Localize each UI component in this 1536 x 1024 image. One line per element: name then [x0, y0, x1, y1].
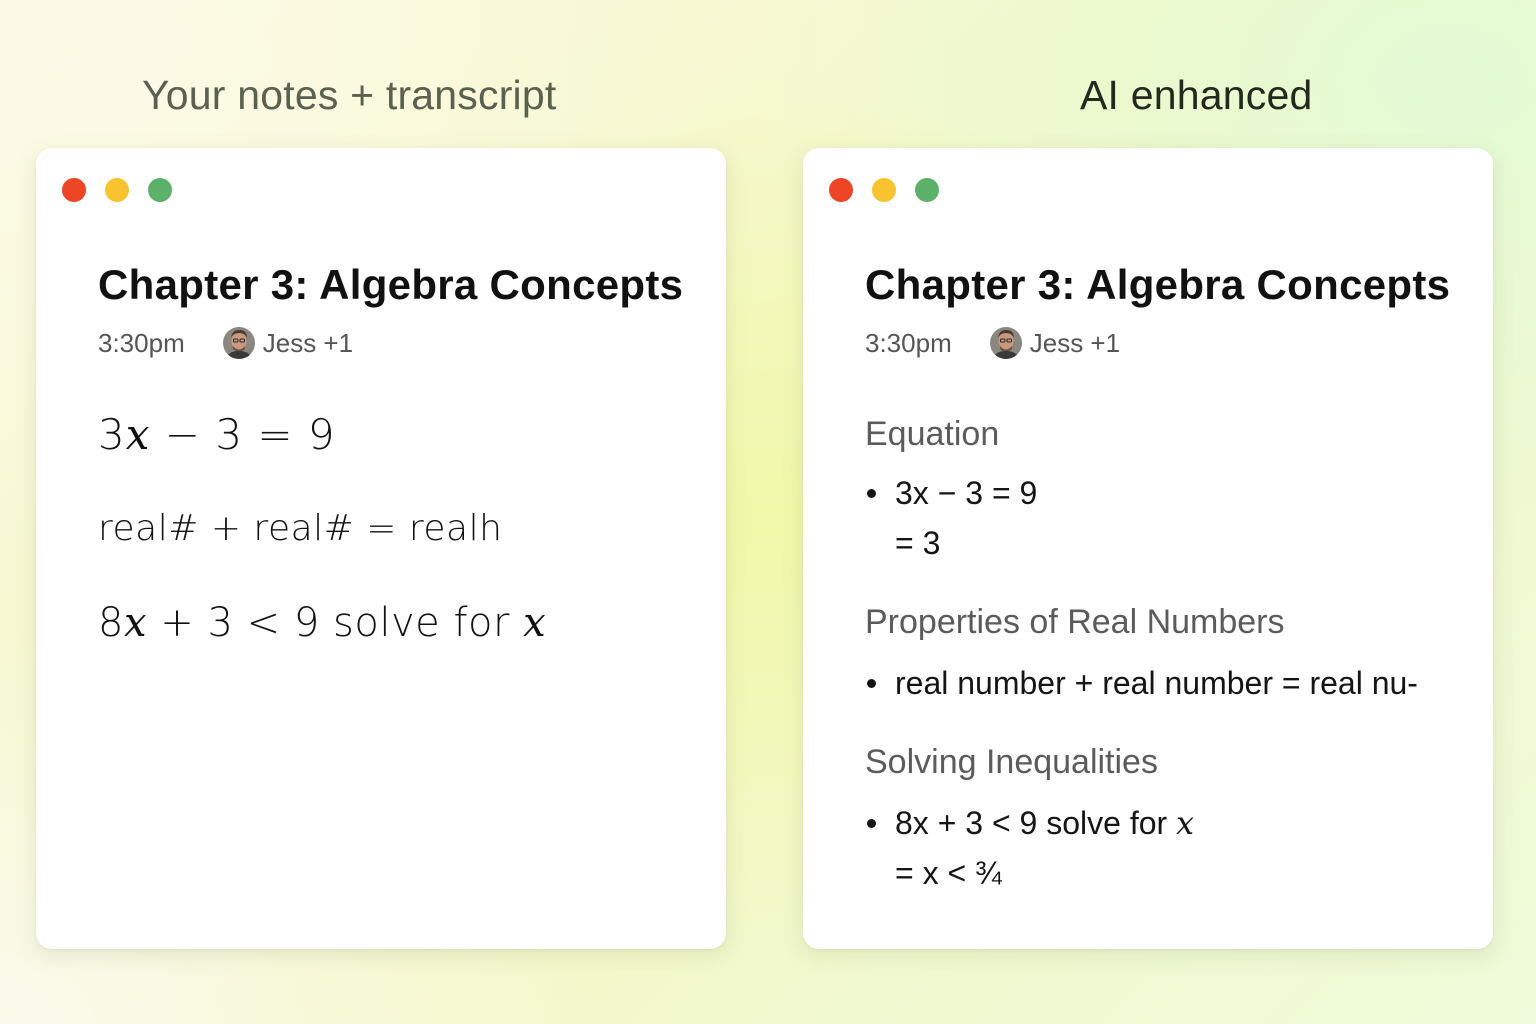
- close-button[interactable]: [62, 178, 86, 202]
- section-equation: Equation 3x − 3 = 9 = 3: [865, 412, 1465, 568]
- minimize-button[interactable]: [872, 178, 896, 202]
- section-heading: Equation: [865, 415, 1000, 453]
- bullet-continuation: = x < ¾: [895, 855, 1002, 891]
- bullet-item: 8x + 3 < 9 solve for x: [865, 798, 1465, 848]
- notes-transcript-heading: Your notes + transcript: [142, 72, 557, 118]
- participants-label: Jess +1: [262, 327, 354, 358]
- maximize-button[interactable]: [148, 178, 172, 202]
- note-title: Chapter 3: Algebra Concepts: [865, 261, 1451, 308]
- window-controls: [62, 178, 172, 202]
- bullet-item: 3x − 3 = 9: [865, 468, 1465, 518]
- minimize-button[interactable]: [105, 178, 129, 202]
- maximize-button[interactable]: [915, 178, 939, 202]
- section-properties-real-numbers: Properties of Real Numbers real number +…: [865, 600, 1465, 708]
- meeting-time: 3:30pm: [865, 327, 952, 358]
- bullet-item: real number + real number = real nu-: [865, 658, 1465, 708]
- notes-window: Chapter 3: Algebra Concepts 3:30pm Jess …: [36, 148, 726, 949]
- bullet-continuation: = 3: [895, 525, 941, 561]
- note-meta: 3:30pm Jess +1: [865, 326, 1120, 360]
- handwritten-note-inequality: 8x + 3 < 9 solve for x: [98, 600, 547, 646]
- participant-avatar[interactable]: [222, 327, 255, 359]
- participants-label: Jess +1: [1029, 327, 1121, 358]
- note-meta: 3:30pm Jess +1: [98, 326, 353, 360]
- handwritten-note-real-numbers: real# + real# = realh: [98, 508, 503, 549]
- note-title: Chapter 3: Algebra Concepts: [98, 261, 684, 308]
- enhanced-notes-window: Chapter 3: Algebra Concepts 3:30pm Jess …: [803, 148, 1493, 949]
- section-heading: Properties of Real Numbers: [865, 603, 1285, 641]
- section-heading: Solving Inequalities: [865, 743, 1158, 781]
- window-controls: [829, 178, 939, 202]
- handwritten-note-equation: 3x − 3 = 9: [98, 410, 336, 459]
- close-button[interactable]: [829, 178, 853, 202]
- section-solving-inequalities: Solving Inequalities 8x + 3 < 9 solve fo…: [865, 740, 1465, 898]
- meeting-time: 3:30pm: [98, 327, 185, 358]
- ai-enhanced-heading: AI enhanced: [1080, 72, 1313, 118]
- participant-avatar[interactable]: [989, 327, 1022, 359]
